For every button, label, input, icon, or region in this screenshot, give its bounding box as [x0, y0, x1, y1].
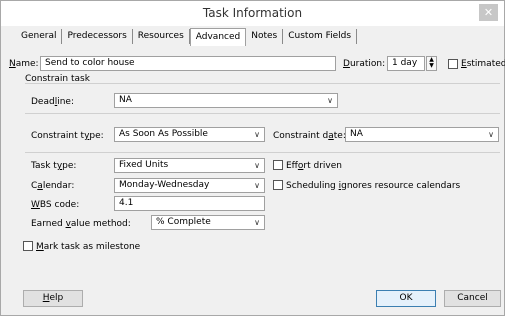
earned-value-select[interactable]: % Complete ∨ — [151, 215, 265, 230]
title-bar: Task Information ✕ — [1, 1, 504, 26]
task-information-dialog: Task Information ✕ General Predecessors … — [0, 0, 505, 316]
duration-input[interactable]: 1 day — [387, 56, 425, 71]
divider — [25, 113, 500, 114]
constraint-type-select[interactable]: As Soon As Possible ∨ — [114, 127, 265, 142]
tab-advanced[interactable]: Advanced — [189, 28, 247, 46]
scheduling-ignores-checkbox[interactable] — [273, 180, 283, 190]
chevron-down-icon: ∨ — [254, 161, 260, 170]
estimated-label: Estimated — [461, 59, 505, 69]
duration-spinner[interactable]: ▲ ▼ — [426, 56, 437, 71]
duration-label: Duration: — [343, 59, 386, 69]
chevron-down-icon: ∨ — [254, 130, 260, 139]
chevron-down-icon: ∨ — [254, 181, 260, 190]
effort-driven-label: Effort driven — [286, 161, 342, 171]
calendar-label: Calendar: — [31, 181, 75, 191]
calendar-select[interactable]: Monday-Wednesday ∨ — [114, 178, 265, 193]
ok-button[interactable]: OK — [376, 290, 436, 307]
tab-notes[interactable]: Notes — [246, 29, 284, 44]
constraint-date-label: Constraint date: — [273, 131, 346, 141]
help-button[interactable]: Help — [23, 290, 83, 307]
cancel-button[interactable]: Cancel — [444, 290, 501, 307]
milestone-checkbox[interactable] — [23, 241, 33, 251]
effort-driven-checkbox[interactable] — [273, 160, 283, 170]
deadline-select[interactable]: NA ∨ — [114, 93, 338, 108]
chevron-down-icon: ∨ — [254, 218, 260, 227]
tab-general[interactable]: General — [16, 29, 63, 44]
deadline-label: Deadline: — [31, 97, 74, 107]
divider — [25, 83, 500, 84]
tab-custom-fields[interactable]: Custom Fields — [283, 29, 358, 44]
chevron-down-icon: ∨ — [327, 96, 333, 105]
earned-value-label: Earned value method: — [31, 219, 131, 229]
dialog-title: Task Information — [202, 6, 303, 20]
wbs-code-label: WBS code: — [31, 200, 80, 210]
close-icon[interactable]: ✕ — [479, 4, 498, 21]
name-label: Name: — [9, 59, 39, 69]
tab-strip: General Predecessors Resources Advanced … — [16, 28, 358, 46]
divider — [25, 152, 500, 153]
wbs-code-input[interactable]: 4.1 — [114, 196, 265, 211]
name-input[interactable]: Send to color house — [40, 56, 336, 71]
constraint-type-label: Constraint type: — [31, 131, 104, 141]
tab-resources[interactable]: Resources — [133, 29, 190, 44]
chevron-down-icon: ∨ — [488, 130, 494, 139]
milestone-label: Mark task as milestone — [36, 242, 141, 252]
tab-predecessors[interactable]: Predecessors — [62, 29, 133, 44]
task-type-label: Task type: — [31, 161, 77, 171]
estimated-checkbox[interactable] — [448, 59, 458, 69]
scheduling-ignores-label: Scheduling ignores resource calendars — [286, 181, 461, 191]
task-type-select[interactable]: Fixed Units ∨ — [114, 158, 265, 173]
constraint-date-select[interactable]: NA ∨ — [345, 127, 499, 142]
